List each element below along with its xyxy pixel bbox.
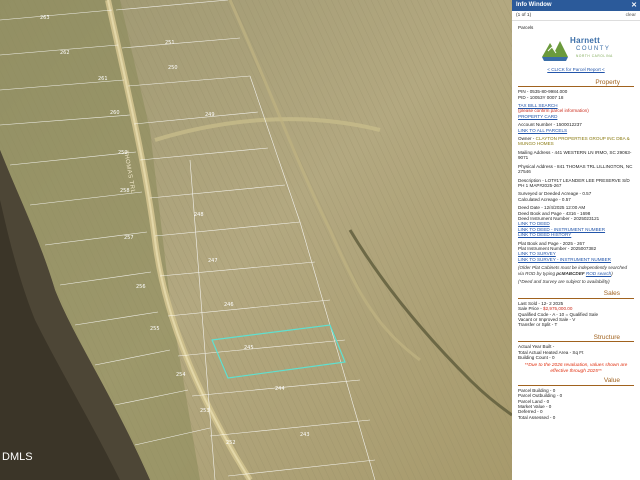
link-to-deed[interactable]: LINK TO DEED bbox=[518, 221, 550, 226]
owner-value: CLAYTON PROPERTIES GROUP INC DBA & MUNGO… bbox=[518, 136, 630, 147]
lot-number: 251 bbox=[165, 40, 175, 46]
lot-number: 248 bbox=[194, 212, 204, 218]
pager-bar: (1 of 1) clear bbox=[512, 11, 640, 21]
tax-bill-search-link[interactable]: TAX BILL SEARCH bbox=[518, 103, 558, 108]
county-logo: Harnett COUNTY NORTH CAROLINA bbox=[512, 34, 640, 66]
mailing-address-text: Mailing Address - 441 WESTERN LN IRMO, S… bbox=[518, 149, 632, 161]
layer-label: Parcels bbox=[518, 25, 534, 30]
mls-watermark: DMLS bbox=[2, 451, 33, 463]
lot-number: 244 bbox=[275, 386, 285, 392]
lot-number: 262 bbox=[60, 50, 70, 56]
transfer-split-text: Transfer or Split - T bbox=[518, 322, 558, 328]
divider bbox=[518, 341, 634, 343]
physical-address-text: Physical Address - 841 THOMAS TRL LILLIN… bbox=[518, 163, 633, 175]
owner-label: Owner - bbox=[518, 136, 536, 142]
lot-number: 246 bbox=[224, 302, 234, 308]
lot-number: 250 bbox=[168, 65, 178, 71]
tax-bill-note: (please confirm parcel information) bbox=[518, 108, 589, 114]
revaluation-note: **Due to the 2026 revaluation, values sh… bbox=[524, 363, 628, 374]
lot-number: 263 bbox=[40, 15, 50, 21]
lot-number: 245 bbox=[244, 345, 254, 351]
total-assessed-text: Total Assessed - 0 bbox=[518, 414, 556, 420]
map-canvas[interactable] bbox=[0, 0, 512, 480]
lot-number: 261 bbox=[98, 76, 108, 82]
info-window-title: Info Window bbox=[516, 2, 552, 8]
clear-button[interactable]: clear bbox=[626, 11, 636, 20]
county-logo-icon bbox=[542, 41, 568, 62]
lot-number: 257 bbox=[124, 235, 134, 241]
close-icon[interactable]: ✕ bbox=[631, 0, 637, 11]
sales-heading: Sales bbox=[603, 290, 620, 298]
pager-text: (1 of 1) bbox=[516, 13, 532, 18]
logo-county-text: COUNTY bbox=[576, 46, 611, 53]
all-parcels-link[interactable]: LINK TO ALL PARCELS bbox=[518, 128, 567, 133]
info-window-titlebar: Info Window ✕ bbox=[512, 0, 640, 11]
owner-row: Owner - CLAYTON PROPERTIES GROUP INC DBA… bbox=[512, 136, 640, 147]
divider bbox=[518, 384, 634, 386]
lot-number: 247 bbox=[208, 258, 218, 264]
property-heading: Property bbox=[595, 78, 620, 86]
parcel-report-link[interactable]: < CLICK for Parcel Report < bbox=[512, 67, 640, 72]
lot-number: 253 bbox=[200, 408, 210, 414]
link-to-deed-instrument[interactable]: LINK TO DEED - INSTRUMENT NUMBER bbox=[518, 227, 605, 232]
rod-search-link[interactable]: ROD search bbox=[586, 271, 611, 276]
plat-cabinet-note: (Older Plat Cabinets must be independent… bbox=[518, 265, 628, 276]
lot-number: 254 bbox=[176, 372, 186, 378]
value-heading: Value bbox=[603, 377, 620, 385]
lot-number: 255 bbox=[150, 326, 160, 332]
aerial-map[interactable]: 263 262 261 260 259 258 257 256 255 254 … bbox=[0, 0, 512, 480]
divider bbox=[518, 86, 634, 88]
property-card-link[interactable]: PROPERTY CARD bbox=[518, 114, 557, 119]
description-text: Description - LOT#17 LEANDER LEE PRESERV… bbox=[518, 177, 630, 188]
availability-note: (*Deed and Survey are subject to availab… bbox=[518, 279, 610, 284]
logo-harnett-text: Harnett bbox=[570, 36, 601, 46]
logo-state-text: NORTH CAROLINA bbox=[576, 54, 613, 59]
structure-heading: Structure bbox=[593, 333, 620, 341]
link-to-survey-instrument[interactable]: LINK TO SURVEY - INSTRUMENT NUMBER bbox=[518, 257, 611, 262]
lot-number: 249 bbox=[205, 112, 215, 118]
divider bbox=[518, 297, 634, 299]
info-window: Info Window ✕ (1 of 1) clear Parcels Har… bbox=[512, 0, 640, 480]
link-to-survey[interactable]: LINK TO SURVEY bbox=[518, 251, 556, 256]
lot-number: 260 bbox=[110, 110, 120, 116]
lot-number: 252 bbox=[226, 440, 236, 446]
lot-number: 243 bbox=[300, 432, 310, 438]
sale-price-value: $2,975,000.00 bbox=[543, 306, 573, 312]
link-to-deed-history[interactable]: LINK TO DEED HISTORY bbox=[518, 232, 571, 237]
lot-number: 256 bbox=[136, 284, 146, 290]
